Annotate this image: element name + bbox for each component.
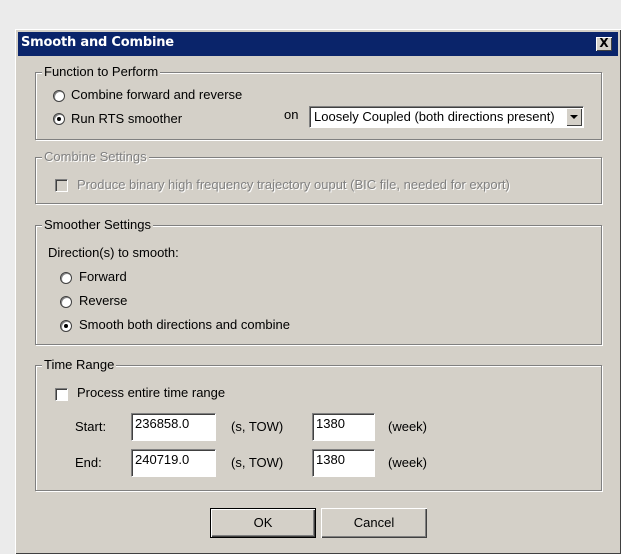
binary-output-label: Produce binary high frequency trajectory… [77,177,510,192]
start-label: Start: [75,419,107,434]
dialog-title: Smooth and Combine [21,35,174,50]
forward-label[interactable]: Forward [79,269,127,285]
end-label: End: [75,455,102,470]
combine-forward-reverse-label[interactable]: Combine forward and reverse [71,87,242,103]
chevron-down-icon [570,115,578,119]
end-week-input[interactable]: 1380 [312,449,375,477]
coupling-mode-value: Loosely Coupled (both directions present… [314,109,555,124]
forward-radio[interactable] [60,272,72,284]
function-group-legend: Function to Perform [42,64,161,80]
run-rts-smoother-label[interactable]: Run RTS smoother [71,111,182,127]
binary-output-checkbox[interactable] [55,179,68,192]
entire-time-range-checkbox[interactable] [55,388,68,401]
start-time-input[interactable]: 236858.0 [131,413,216,441]
start-week-input[interactable]: 1380 [312,413,375,441]
close-icon: X [599,36,609,50]
reverse-label[interactable]: Reverse [79,293,127,309]
smooth-combine-dialog: Smooth and Combine X Function to Perform… [15,29,621,554]
time-range-legend: Time Range [42,357,117,373]
smoother-settings-legend: Smoother Settings [42,217,153,233]
dropdown-button[interactable] [566,108,582,126]
cancel-button[interactable]: Cancel [321,508,427,538]
run-rts-smoother-radio[interactable] [53,113,65,125]
end-tow-unit: (s, TOW) [231,455,284,470]
reverse-radio[interactable] [60,296,72,308]
smooth-both-radio[interactable] [60,320,72,332]
combine-settings-legend: Combine Settings [42,149,149,165]
combine-forward-reverse-radio[interactable] [53,90,65,102]
title-bar[interactable]: Smooth and Combine X [18,32,618,56]
coupling-mode-select[interactable]: Loosely Coupled (both directions present… [309,106,584,128]
direction-label: Direction(s) to smooth: [48,245,179,260]
on-label: on [284,107,299,122]
start-week-unit: (week) [388,419,428,434]
close-button[interactable]: X [596,36,612,51]
end-time-input[interactable]: 240719.0 [131,449,216,477]
ok-button[interactable]: OK [210,508,316,538]
entire-time-range-label[interactable]: Process entire time range [77,385,225,401]
end-week-unit: (week) [388,455,428,470]
start-tow-unit: (s, TOW) [231,419,284,434]
smooth-both-label[interactable]: Smooth both directions and combine [79,317,290,333]
